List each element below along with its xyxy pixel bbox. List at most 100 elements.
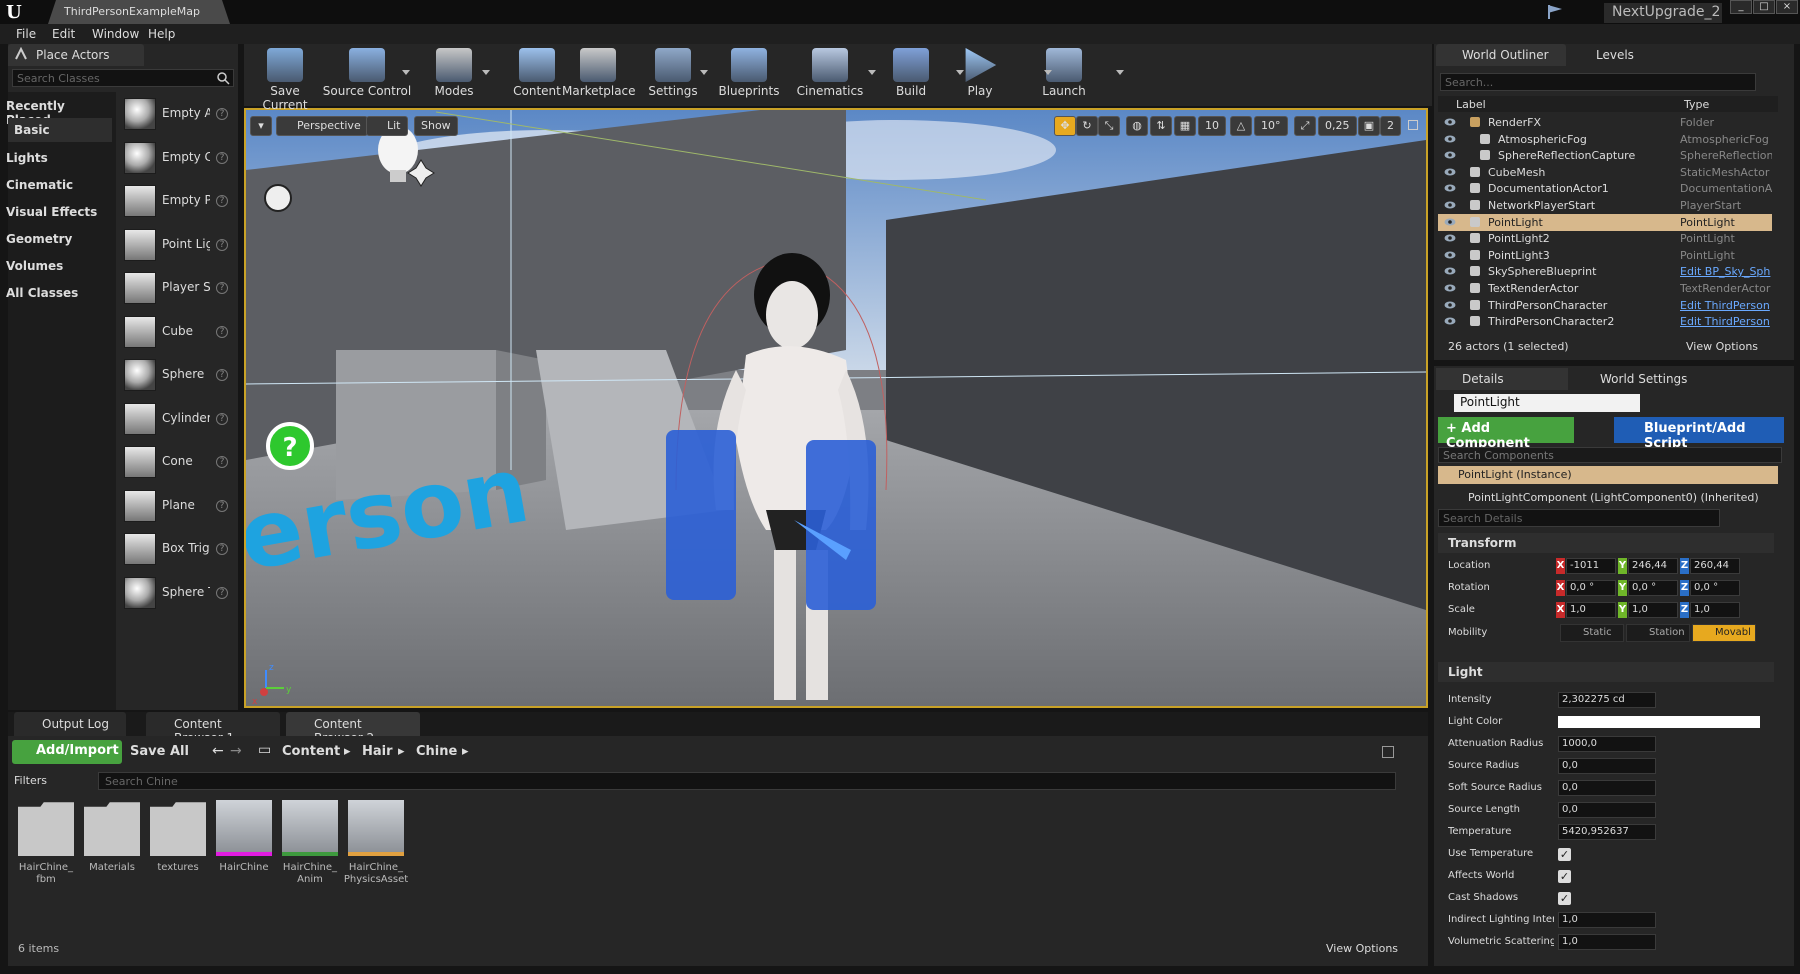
cinematics-button[interactable]: Cinematics — [792, 44, 868, 104]
outliner-row[interactable]: CubeMesh StaticMeshActor — [1438, 164, 1772, 181]
dropdown-arrow-icon[interactable] — [700, 70, 708, 75]
soft-source-radius-field[interactable]: 0,0 — [1558, 780, 1656, 796]
volumetric-scattering-field[interactable]: 1,0 — [1558, 934, 1656, 950]
visibility-eye-icon[interactable] — [1444, 217, 1456, 227]
folder-icon[interactable] — [84, 802, 140, 856]
asset-label[interactable]: HairChine_ Anim — [275, 862, 345, 886]
help-icon[interactable]: ? — [216, 325, 228, 338]
reflection-capture-sprite[interactable] — [264, 184, 292, 212]
content-button[interactable]: Content — [510, 44, 564, 104]
scale-snap-icon[interactable]: ⤢ — [1294, 116, 1316, 136]
show-button[interactable]: Show — [414, 116, 458, 136]
outliner-row[interactable]: PointLight2 PointLight — [1438, 230, 1772, 247]
feedback-flag-icon[interactable] — [1546, 4, 1564, 20]
search-components-input[interactable]: Search Components — [1438, 447, 1782, 463]
category-all-classes[interactable]: All Classes — [6, 281, 110, 305]
visibility-eye-icon[interactable] — [1444, 200, 1456, 210]
actor-thumbnail[interactable] — [124, 272, 156, 304]
visibility-eye-icon[interactable] — [1444, 117, 1456, 127]
help-icon[interactable]: ? — [216, 369, 228, 381]
dropdown-arrow-icon[interactable] — [1116, 70, 1124, 75]
category-visual-effects[interactable]: Visual Effects — [6, 200, 110, 224]
tab-place-actors[interactable]: Place Actors — [8, 44, 144, 66]
rotation-y-field[interactable]: 0,0 ° — [1628, 580, 1678, 596]
grid-snap-icon[interactable]: ▦ — [1174, 116, 1196, 136]
scale-snap-value[interactable]: 0,25 — [1318, 116, 1357, 136]
actor-item-label[interactable]: Plane — [162, 498, 210, 512]
actor-thumbnail[interactable] — [124, 533, 156, 565]
attenuation-radius-field[interactable]: 1000,0 — [1558, 736, 1656, 752]
actor-item-label[interactable]: Empty Ac — [162, 106, 210, 120]
tab-details[interactable]: Details — [1436, 368, 1568, 390]
folder-icon[interactable] — [18, 802, 74, 856]
asset-thumbnail[interactable] — [348, 800, 404, 856]
forward-arrow-icon[interactable]: → — [230, 743, 242, 759]
blueprint-add-script-button[interactable]: Blueprint/Add Script — [1614, 417, 1784, 451]
add-import-button[interactable]: Add/Import — [12, 740, 122, 764]
cb-view-options-button[interactable]: View Options — [1326, 942, 1398, 955]
scale-z-field[interactable]: 1,0 — [1690, 602, 1740, 618]
asset-label[interactable]: HairChine_ PhysicsAsset — [341, 862, 411, 886]
camera-speed-value[interactable]: 2 — [1380, 116, 1401, 136]
menu-help[interactable]: Help — [148, 27, 175, 41]
help-icon[interactable]: ? — [216, 238, 228, 251]
dropdown-arrow-icon[interactable] — [482, 70, 490, 75]
visibility-eye-icon[interactable] — [1444, 150, 1456, 160]
level-viewport[interactable]: erson ? z y x ▾ Perspective Lit Show ✥ ↻… — [244, 108, 1428, 708]
mobility-stationary-button[interactable]: Station — [1626, 624, 1690, 642]
rotation-snap-icon[interactable]: △ — [1230, 116, 1252, 136]
outliner-row[interactable]: AtmosphericFog AtmosphericFog — [1438, 131, 1772, 148]
outliner-row[interactable]: ThirdPersonCharacter Edit ThirdPerson — [1438, 297, 1772, 314]
use-temperature-checkbox[interactable]: ✓ — [1558, 848, 1571, 861]
actor-thumbnail[interactable] — [124, 315, 156, 348]
tab-world-settings[interactable]: World Settings — [1574, 368, 1714, 390]
outliner-row[interactable]: SkySphereBlueprint Edit BP_Sky_Sph — [1438, 263, 1772, 280]
translate-mode-icon[interactable]: ✥ — [1054, 116, 1076, 136]
scale-x-field[interactable]: 1,0 — [1566, 602, 1616, 618]
save-current-button[interactable]: Save Current — [248, 44, 322, 112]
filters-button[interactable]: Filters — [14, 774, 47, 787]
outliner-row[interactable]: RenderFX Folder — [1438, 114, 1772, 131]
category-cinematic[interactable]: Cinematic — [6, 173, 110, 197]
outliner-search-input[interactable]: Search... — [1440, 73, 1756, 91]
col-type[interactable]: Type — [1684, 98, 1709, 111]
actor-thumbnail[interactable] — [124, 576, 156, 609]
edit-blueprint-link[interactable]: Edit BP_Sky_Sph — [1680, 265, 1772, 278]
lock-icon[interactable] — [1382, 746, 1394, 758]
source-control-button[interactable]: Source Control — [320, 44, 414, 104]
actor-item-label[interactable]: Empty Pa — [162, 193, 210, 207]
lit-button[interactable]: Lit — [366, 116, 408, 136]
actor-item-label[interactable]: Sphere — [162, 367, 210, 381]
help-icon[interactable]: ? — [216, 499, 228, 512]
actor-thumbnail[interactable] — [124, 228, 156, 261]
actor-item-label[interactable]: Player St — [162, 280, 210, 294]
visibility-eye-icon[interactable] — [1444, 233, 1456, 243]
visibility-eye-icon[interactable] — [1444, 300, 1456, 310]
location-z-field[interactable]: 260,44 — [1690, 558, 1740, 574]
save-all-button[interactable]: Save All — [130, 744, 189, 759]
outliner-row[interactable]: PointLight PointLight — [1438, 213, 1772, 231]
actor-item-label[interactable]: Cylinder — [162, 411, 210, 425]
outliner-row[interactable]: NetworkPlayerStart PlayerStart — [1438, 197, 1772, 214]
visibility-eye-icon[interactable] — [1444, 266, 1456, 276]
actor-thumbnail[interactable] — [124, 446, 156, 478]
settings-button[interactable]: Settings — [644, 44, 702, 104]
actor-item-label[interactable]: Point Lig — [162, 237, 210, 251]
actor-thumbnail[interactable] — [124, 185, 156, 217]
world-local-icon[interactable]: ◍ — [1126, 116, 1148, 136]
light-color-swatch[interactable] — [1558, 716, 1760, 728]
actor-name-field[interactable]: PointLight — [1454, 394, 1640, 412]
location-y-field[interactable]: 246,44 — [1628, 558, 1678, 574]
actor-thumbnail[interactable] — [124, 402, 156, 435]
actor-item-label[interactable]: Box Trig — [162, 541, 210, 555]
category-recently-placed[interactable]: Recently Placed — [6, 94, 110, 127]
scale-mode-icon[interactable]: ⤡ — [1098, 116, 1120, 136]
map-tab[interactable]: ThirdPersonExampleMap — [48, 0, 230, 24]
documentation-actor-sprite[interactable]: ? — [266, 422, 314, 470]
asset-label[interactable]: HairChine_ fbm — [11, 862, 81, 886]
tab-content-browser-1[interactable]: Content Browser 1 — [146, 712, 280, 745]
category-basic[interactable]: Basic — [8, 118, 112, 142]
breadcrumb-chine[interactable]: Chine — [416, 744, 457, 759]
asset-thumbnail[interactable] — [216, 800, 272, 856]
outliner-row[interactable]: DocumentationActor1 DocumentationAc — [1438, 180, 1772, 197]
